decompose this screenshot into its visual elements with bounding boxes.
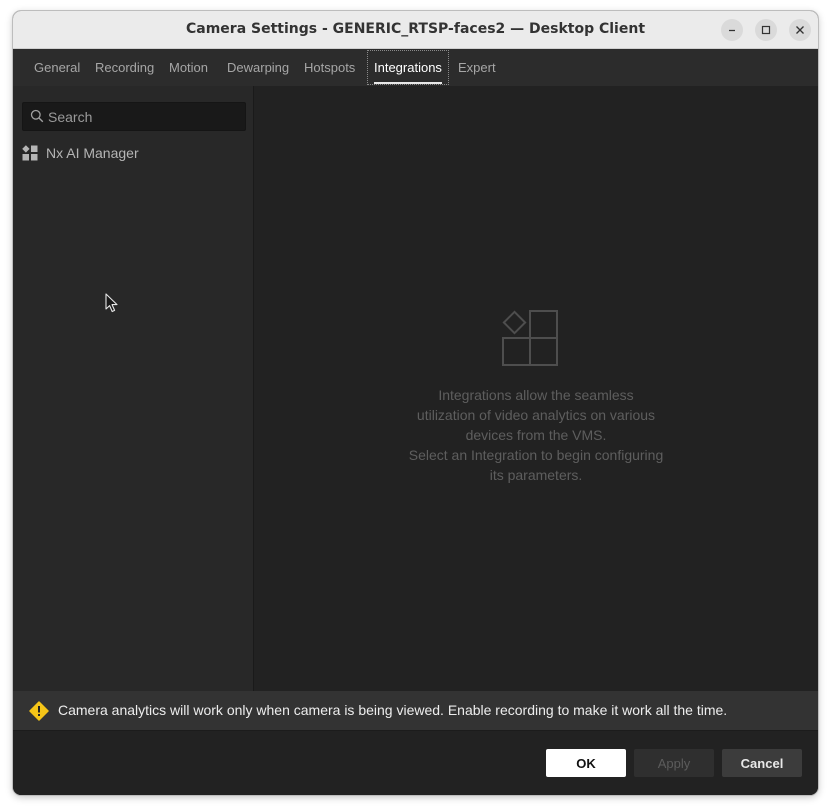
minimize-button[interactable]	[721, 19, 743, 41]
tab-recording[interactable]: Recording	[95, 49, 154, 86]
maximize-icon	[761, 25, 771, 35]
tab-dewarping[interactable]: Dewarping	[227, 49, 289, 86]
search-icon	[30, 109, 44, 123]
tab-expert[interactable]: Expert	[458, 49, 496, 86]
settings-tabs: General Recording Motion Dewarping Hotsp…	[13, 49, 818, 86]
integrations-placeholder-icon	[502, 310, 558, 366]
integration-grid-icon	[22, 145, 38, 161]
tab-hotspots[interactable]: Hotspots	[304, 49, 355, 86]
empty-state-line: Select an Integration to begin configuri…	[408, 447, 664, 463]
title-bar[interactable]: Camera Settings - GENERIC_RTSP-faces2 — …	[13, 11, 818, 49]
search-input[interactable]	[48, 103, 238, 130]
close-icon	[796, 26, 804, 34]
empty-state-line: utilization of video analytics on variou…	[416, 407, 656, 423]
tab-general[interactable]: General	[34, 49, 80, 86]
integration-details-panel: Integrations allow the seamless utilizat…	[254, 86, 818, 691]
analytics-warning-bar: Camera analytics will work only when cam…	[13, 691, 818, 731]
close-button[interactable]	[789, 19, 811, 41]
search-box[interactable]	[22, 102, 246, 131]
integrations-list-panel: Nx AI Manager	[13, 86, 254, 691]
warning-icon	[29, 701, 49, 721]
tab-motion[interactable]: Motion	[169, 49, 208, 86]
apply-button[interactable]: Apply	[634, 749, 714, 777]
tab-integrations[interactable]: Integrations	[366, 49, 450, 86]
maximize-button[interactable]	[755, 19, 777, 41]
list-item-label: Nx AI Manager	[46, 145, 139, 161]
minimize-icon	[729, 29, 735, 32]
warning-text: Camera analytics will work only when cam…	[58, 702, 728, 718]
empty-state-line: devices from the VMS.	[465, 427, 607, 443]
window-title: Camera Settings - GENERIC_RTSP-faces2 — …	[185, 21, 646, 37]
cancel-button[interactable]: Cancel	[722, 749, 802, 777]
empty-state-message: Integrations allow the seamless utilizat…	[386, 385, 686, 485]
mouse-cursor-icon	[105, 293, 118, 313]
ok-button[interactable]: OK	[546, 749, 626, 777]
list-item-nx-ai-manager[interactable]: Nx AI Manager	[22, 142, 244, 164]
empty-state-line: its parameters.	[489, 467, 583, 483]
dialog-footer: OK Apply Cancel	[13, 731, 818, 795]
empty-state-line: Integrations allow the seamless	[438, 387, 634, 403]
camera-settings-window: Camera Settings - GENERIC_RTSP-faces2 — …	[13, 11, 818, 795]
